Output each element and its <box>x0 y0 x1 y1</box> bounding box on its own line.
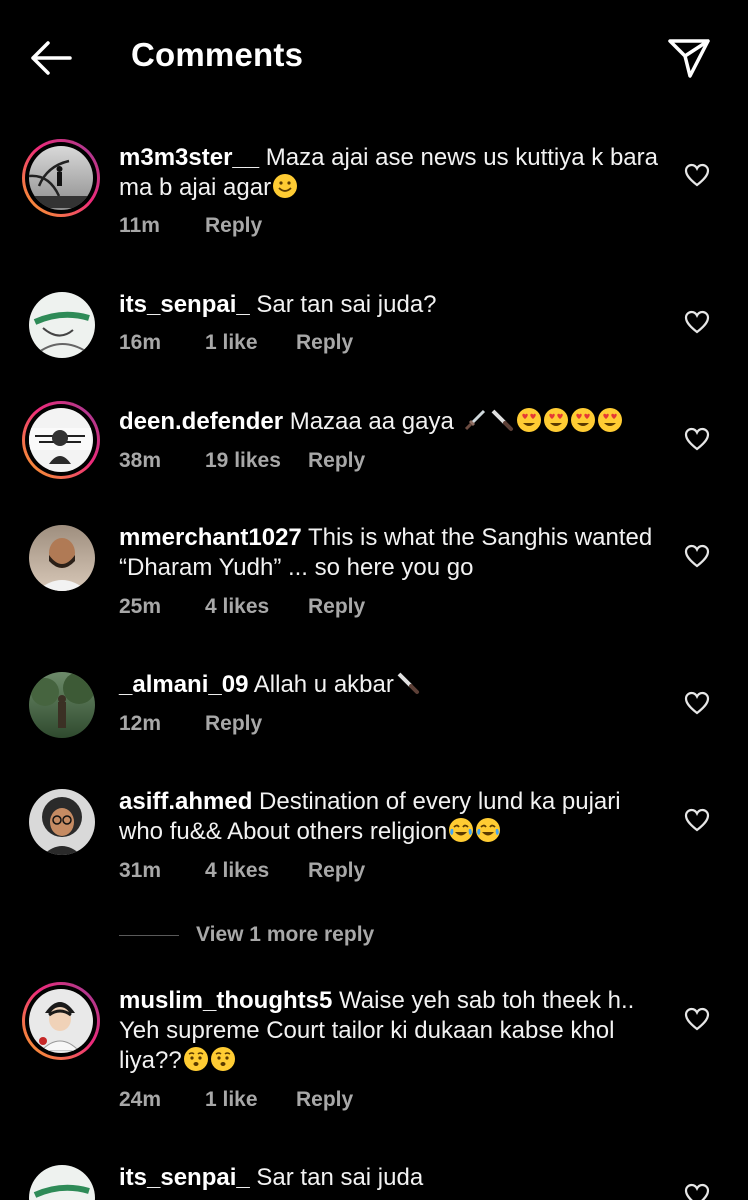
comment-text: its_senpai_ Sar tan sai juda? <box>119 290 659 320</box>
heart-eyes-emoji <box>570 408 595 432</box>
reply-button[interactable]: Reply <box>205 214 262 238</box>
comment-meta: 24m 1 like Reply <box>119 1088 353 1112</box>
comment-meta: 16m 1 like Reply <box>119 331 353 355</box>
avatar-image <box>37 538 87 591</box>
comment-username[interactable]: its_senpai_ <box>119 1164 250 1191</box>
comment-text: deen.defender Mazaa aa gaya <box>119 407 659 437</box>
comment-text: asiff.ahmed Destination of every lund ka… <box>119 787 659 847</box>
comment-meta: 31m 4 likes Reply <box>119 859 365 883</box>
heart-outline-icon[interactable] <box>684 310 710 334</box>
comment-meta: 25m 4 likes Reply <box>119 595 365 619</box>
comment-text: mmerchant1027 This is what the Sanghis w… <box>119 523 659 583</box>
comment-time: 16m <box>119 331 162 354</box>
heart-outline-icon[interactable] <box>684 1007 710 1031</box>
heart-outline-icon[interactable] <box>684 163 710 187</box>
hushed-face-emoji <box>210 1047 235 1071</box>
comment-time: 11m <box>119 214 160 237</box>
comment-time: 12m <box>119 712 162 735</box>
heart-outline-icon[interactable] <box>684 691 710 715</box>
page-title: Comments <box>131 36 304 73</box>
header: Comments <box>0 0 748 115</box>
comment-text: m3m3ster__ Maza ajai ase news us kuttiya… <box>119 143 659 203</box>
comment-likes[interactable]: 19 likes <box>205 449 308 473</box>
avatar[interactable] <box>29 672 95 738</box>
heart-outline-icon[interactable] <box>684 544 710 568</box>
view-more-replies[interactable]: View 1 more reply <box>119 920 374 950</box>
reply-button[interactable]: Reply <box>308 449 365 473</box>
avatar[interactable] <box>29 292 95 358</box>
comment-likes[interactable]: 4 likes <box>205 595 308 619</box>
comment-time: 38m <box>119 449 162 472</box>
avatar-image <box>42 797 82 855</box>
avatar[interactable] <box>22 139 100 217</box>
tears-of-joy-emoji <box>449 818 474 842</box>
avatar-image <box>29 159 91 208</box>
heart-outline-icon[interactable] <box>684 808 710 832</box>
reply-button[interactable]: Reply <box>308 595 365 619</box>
avatar-image <box>33 311 90 353</box>
arrow-left-icon <box>31 41 72 75</box>
comment-meta: 11m Reply <box>119 214 262 238</box>
knife-emoji <box>491 409 513 431</box>
heart-outline-icon[interactable] <box>684 427 710 451</box>
avatar-image <box>31 672 95 728</box>
comment-time: 25m <box>119 595 162 618</box>
tears-of-joy-emoji <box>476 818 501 842</box>
avatar[interactable] <box>22 401 100 479</box>
comment-username[interactable]: mmerchant1027 <box>119 524 302 551</box>
avatar[interactable] <box>29 525 95 591</box>
avatar-image <box>29 428 91 464</box>
comment-username[interactable]: its_senpai_ <box>119 291 250 318</box>
avatar-image <box>39 1002 81 1052</box>
comment-username[interactable]: asiff.ahmed <box>119 788 252 815</box>
comment-username[interactable]: _almani_09 <box>119 671 248 698</box>
comment-body: Sar tan sai juda? <box>256 291 437 318</box>
knife-emoji <box>397 672 419 694</box>
comment-time: 31m <box>119 859 162 882</box>
reply-button[interactable]: Reply <box>308 859 365 883</box>
comment-meta: 12m Reply <box>119 712 262 736</box>
reply-button[interactable]: Reply <box>205 712 262 736</box>
hushed-face-emoji <box>183 1047 208 1071</box>
dagger-emoji <box>464 409 485 431</box>
comment-username[interactable]: m3m3ster__ <box>119 144 259 171</box>
comment-text: muslim_thoughts5 Waise yeh sab toh theek… <box>119 986 659 1076</box>
reply-button[interactable]: Reply <box>296 331 353 355</box>
heart-eyes-emoji <box>597 408 622 432</box>
comment-body: Sar tan sai juda <box>256 1164 424 1191</box>
heart-eyes-emoji <box>543 408 568 432</box>
comment-username[interactable]: muslim_thoughts5 <box>119 987 332 1014</box>
avatar[interactable] <box>22 982 100 1060</box>
reply-button[interactable]: Reply <box>296 1088 353 1112</box>
replies-divider <box>119 934 179 936</box>
slightly-smiling-face-emoji <box>273 174 298 198</box>
comment-likes[interactable]: 1 like <box>205 331 296 355</box>
heart-eyes-emoji <box>516 408 541 432</box>
share-button[interactable] <box>666 36 712 80</box>
heart-outline-icon[interactable] <box>684 1183 710 1200</box>
avatar-image <box>33 1184 90 1198</box>
comment-likes[interactable]: 1 like <box>205 1088 296 1112</box>
comment-meta: 38m 19 likes Reply <box>119 449 365 473</box>
avatar[interactable] <box>29 789 95 855</box>
comment-text: _almani_09 Allah u akbar <box>119 670 659 700</box>
comment-time: 24m <box>119 1088 162 1111</box>
comment-body: Allah u akbar <box>253 671 394 698</box>
comment-username[interactable]: deen.defender <box>119 408 283 435</box>
comment-text: its_senpai_ Sar tan sai juda <box>119 1163 659 1193</box>
back-button[interactable] <box>28 38 74 78</box>
comment-body: Mazaa aa gaya <box>289 408 454 435</box>
paper-plane-icon <box>668 39 710 78</box>
comment-likes[interactable]: 4 likes <box>205 859 308 883</box>
view-more-replies-label[interactable]: View 1 more reply <box>196 923 374 947</box>
avatar[interactable] <box>29 1165 95 1200</box>
